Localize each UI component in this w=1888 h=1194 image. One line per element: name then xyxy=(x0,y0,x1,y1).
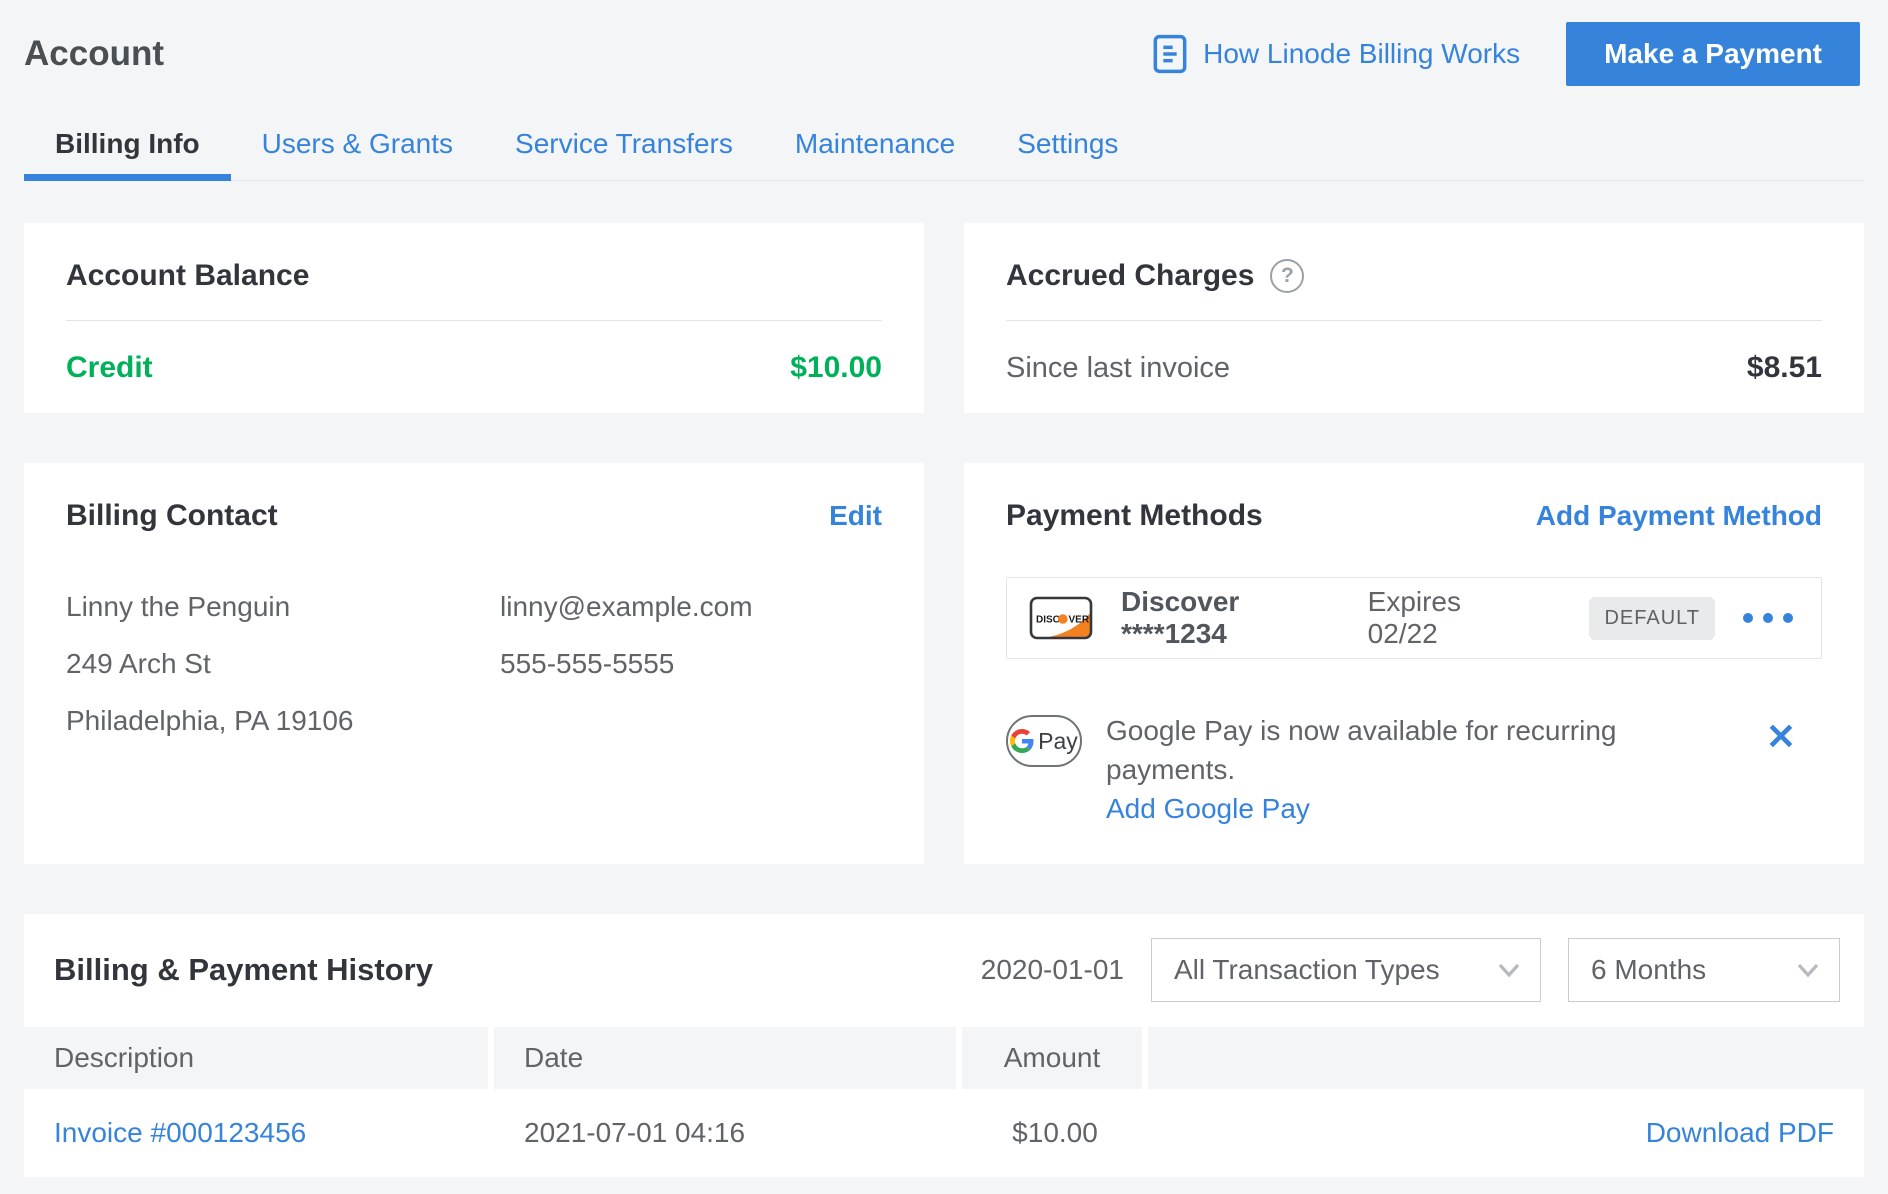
make-payment-button[interactable]: Make a Payment xyxy=(1566,22,1860,86)
invoice-date: 2021-07-01 04:16 xyxy=(494,1117,962,1149)
transaction-type-value: All Transaction Types xyxy=(1174,954,1440,986)
payment-method-row: DISC VER Discover ****1234 Expires 02/22… xyxy=(1006,577,1822,659)
document-icon xyxy=(1152,34,1188,74)
tab-billing-info[interactable]: Billing Info xyxy=(24,116,231,180)
svg-text:VER: VER xyxy=(1069,615,1090,626)
main-content: Account Balance Credit $10.00 Accrued Ch… xyxy=(0,223,1888,864)
accrued-charges-card: Accrued Charges ? Since last invoice $8.… xyxy=(964,223,1864,413)
tab-users-grants[interactable]: Users & Grants xyxy=(231,116,484,180)
column-header-date: Date xyxy=(494,1027,962,1089)
billing-contact-title: Billing Contact xyxy=(66,499,278,533)
column-header-description: Description xyxy=(24,1027,494,1089)
add-google-pay-link[interactable]: Add Google Pay xyxy=(1106,789,1310,828)
help-icon[interactable]: ? xyxy=(1270,259,1304,293)
billing-contact-head: Billing Contact Edit xyxy=(66,499,882,533)
chevron-down-icon xyxy=(1797,963,1819,978)
history-table-header: Description Date Amount xyxy=(24,1027,1864,1089)
contact-name: Linny the Penguin xyxy=(66,591,500,623)
google-pay-icon: Pay xyxy=(1006,715,1082,767)
how-billing-works-label: How Linode Billing Works xyxy=(1203,38,1520,70)
discover-card-icon: DISC VER xyxy=(1029,596,1093,640)
history-start-date: 2020-01-01 xyxy=(981,954,1124,986)
contact-address-line1: 249 Arch St xyxy=(66,648,500,680)
accrued-charges-row: Since last invoice $8.51 xyxy=(1006,351,1822,385)
svg-text:DISC: DISC xyxy=(1036,615,1060,626)
default-badge: DEFAULT xyxy=(1589,597,1715,640)
billing-history-section: Billing & Payment History 2020-01-01 All… xyxy=(24,914,1864,1177)
google-pay-message: Google Pay is now available for recurrin… xyxy=(1106,715,1616,785)
balance-label: Credit xyxy=(66,351,153,385)
download-pdf-link[interactable]: Download PDF xyxy=(1148,1117,1864,1149)
contact-phone: 555-555-5555 xyxy=(500,648,753,680)
payment-method-actions-menu-icon[interactable] xyxy=(1743,613,1793,623)
invoice-link[interactable]: Invoice #000123456 xyxy=(24,1117,494,1149)
google-pay-banner: Pay Google Pay is now available for recu… xyxy=(1006,711,1822,828)
billing-history-title: Billing & Payment History xyxy=(54,952,433,988)
accrued-label: Since last invoice xyxy=(1006,352,1230,385)
payment-methods-card: Payment Methods Add Payment Method DISC … xyxy=(964,463,1864,864)
contact-address-line2: Philadelphia, PA 19106 xyxy=(66,705,500,737)
header-actions: How Linode Billing Works Make a Payment xyxy=(1152,22,1860,86)
payment-method-expiry: Expires 02/22 xyxy=(1368,586,1534,650)
google-pay-message-block: Google Pay is now available for recurrin… xyxy=(1106,711,1742,828)
payment-method-texts: Discover ****1234 Expires 02/22 xyxy=(1121,586,1533,650)
column-header-amount: Amount xyxy=(962,1027,1148,1089)
payment-methods-title: Payment Methods xyxy=(1006,499,1263,533)
payment-methods-head: Payment Methods Add Payment Method xyxy=(1006,499,1822,533)
transaction-type-select[interactable]: All Transaction Types xyxy=(1151,938,1541,1002)
period-select[interactable]: 6 Months xyxy=(1568,938,1840,1002)
edit-billing-contact-link[interactable]: Edit xyxy=(829,500,882,532)
divider xyxy=(1006,320,1822,321)
tab-maintenance[interactable]: Maintenance xyxy=(764,116,986,180)
invoice-amount: $10.00 xyxy=(962,1117,1148,1149)
table-row: Invoice #000123456 2021-07-01 04:16 $10.… xyxy=(24,1089,1864,1177)
account-balance-title: Account Balance xyxy=(66,259,882,293)
page-title: Account xyxy=(24,34,164,74)
contact-email: linny@example.com xyxy=(500,591,753,623)
billing-contact-card: Billing Contact Edit Linny the Penguin 2… xyxy=(24,463,924,864)
contact-comm-column: linny@example.com 555-555-5555 xyxy=(500,591,753,737)
balance-amount: $10.00 xyxy=(790,351,882,385)
add-payment-method-link[interactable]: Add Payment Method xyxy=(1536,500,1822,532)
accrued-charges-title: Accrued Charges ? xyxy=(1006,259,1822,293)
account-balance-card: Account Balance Credit $10.00 xyxy=(24,223,924,413)
page-header: Account How Linode Billing Works Make a … xyxy=(0,0,1888,86)
chevron-down-icon xyxy=(1498,963,1520,978)
tab-bar: Billing Info Users & Grants Service Tran… xyxy=(24,116,1864,181)
billing-contact-info: Linny the Penguin 249 Arch St Philadelph… xyxy=(66,591,882,737)
how-billing-works-link[interactable]: How Linode Billing Works xyxy=(1152,34,1520,74)
divider xyxy=(66,320,882,321)
payment-method-name: Discover ****1234 xyxy=(1121,586,1346,650)
tab-service-transfers[interactable]: Service Transfers xyxy=(484,116,764,180)
column-header-actions xyxy=(1148,1027,1864,1089)
detail-cards-row: Billing Contact Edit Linny the Penguin 2… xyxy=(24,463,1864,864)
google-pay-logo-text: Pay xyxy=(1038,728,1078,755)
tab-settings[interactable]: Settings xyxy=(986,116,1149,180)
google-g-icon xyxy=(1010,729,1034,753)
accrued-amount: $8.51 xyxy=(1747,351,1822,385)
billing-history-header: Billing & Payment History 2020-01-01 All… xyxy=(24,914,1864,1027)
close-icon[interactable]: ✕ xyxy=(1766,719,1796,755)
billing-page: Account How Linode Billing Works Make a … xyxy=(0,0,1888,1177)
contact-address-column: Linny the Penguin 249 Arch St Philadelph… xyxy=(66,591,500,737)
account-balance-row: Credit $10.00 xyxy=(66,351,882,385)
summary-cards-row: Account Balance Credit $10.00 Accrued Ch… xyxy=(24,223,1864,413)
accrued-charges-title-text: Accrued Charges xyxy=(1006,259,1254,293)
period-value: 6 Months xyxy=(1591,954,1706,986)
